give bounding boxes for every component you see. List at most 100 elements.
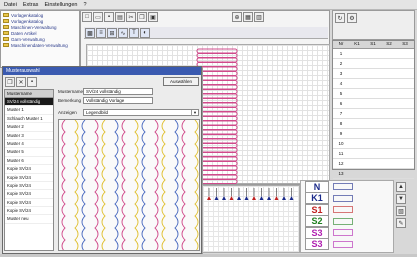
legend-item[interactable]: N xyxy=(301,180,393,193)
loop-stitch xyxy=(196,107,238,112)
legend-symbol: N xyxy=(305,180,329,193)
print-icon[interactable]: ▤ xyxy=(115,12,125,22)
table-cell xyxy=(381,119,397,128)
table-cell xyxy=(381,169,397,178)
layer-icon[interactable]: ▥ xyxy=(254,12,264,22)
brush-icon[interactable]: ✎ xyxy=(396,218,406,228)
menu-help[interactable]: ? xyxy=(83,2,86,8)
copy-icon[interactable]: ❐ xyxy=(137,12,147,22)
loop-stitch xyxy=(196,134,238,139)
yarn-curve xyxy=(134,120,139,250)
loop-stitch xyxy=(196,102,238,108)
legend-item[interactable]: S3 xyxy=(301,226,393,239)
legend-item[interactable]: S3 xyxy=(301,238,393,251)
table-cell xyxy=(365,149,381,158)
list-item[interactable]: Kopie SV/24 xyxy=(5,199,53,208)
apply-button[interactable]: Auswählen xyxy=(163,77,199,86)
col-header: S3 xyxy=(402,41,408,46)
menu-settings[interactable]: Einstellungen xyxy=(44,2,77,8)
table-row[interactable]: 2 xyxy=(333,59,414,69)
delete-icon[interactable]: ✕ xyxy=(16,77,26,87)
cut-icon[interactable]: ✂ xyxy=(126,12,136,22)
side-tools: ▲ ▼ ▧ ✎ xyxy=(396,182,414,228)
table-row[interactable]: 9 xyxy=(333,129,414,139)
table-row[interactable]: 5 xyxy=(333,89,414,99)
save-icon[interactable]: ▪ xyxy=(27,77,37,87)
list-item[interactable]: Kopie SV/24 xyxy=(5,190,53,199)
legend-item[interactable]: K1 xyxy=(301,192,393,205)
loop-stitch xyxy=(196,53,238,58)
loop-stitch xyxy=(196,147,238,153)
needle-marker xyxy=(229,196,234,200)
color-icon[interactable]: ◐ xyxy=(140,28,150,38)
settings-icon[interactable]: ⚙ xyxy=(347,13,357,23)
pattern-icon[interactable]: ▩ xyxy=(85,28,95,38)
rows-icon[interactable]: ⊞ xyxy=(107,28,117,38)
menu-file[interactable]: Datei xyxy=(4,2,17,8)
table-row[interactable]: 13 xyxy=(333,169,414,179)
lines-icon[interactable]: ≡ xyxy=(96,28,106,38)
list-item[interactable]: SV/24 vollständig xyxy=(5,98,53,107)
paste-icon[interactable]: ▣ xyxy=(148,12,158,22)
wave-icon[interactable]: ∿ xyxy=(118,28,128,38)
list-item[interactable]: Muster 4 xyxy=(5,140,53,149)
zoom-icon[interactable]: ⊕ xyxy=(232,12,242,22)
table-cell xyxy=(397,99,413,108)
table-row[interactable]: 3 xyxy=(333,69,414,79)
new-icon[interactable]: □ xyxy=(82,12,92,22)
needle-marker xyxy=(259,196,264,200)
table-row[interactable]: 4 xyxy=(333,79,414,89)
table-cell xyxy=(349,109,365,118)
list-item[interactable]: Kopie SV/24 xyxy=(5,165,53,174)
table-cell xyxy=(365,109,381,118)
fill-icon[interactable]: ▧ xyxy=(396,206,406,216)
table-row[interactable]: 7 xyxy=(333,109,414,119)
table-row[interactable]: 8 xyxy=(333,119,414,129)
save-icon[interactable]: ▪ xyxy=(104,12,114,22)
grid-icon[interactable]: ▦ xyxy=(243,12,253,22)
text-icon[interactable]: T xyxy=(129,28,139,38)
refresh-icon[interactable]: ↻ xyxy=(335,13,345,23)
down-icon[interactable]: ▼ xyxy=(396,194,406,204)
table-row[interactable]: 11 xyxy=(333,149,414,159)
list-item[interactable]: Kopie SV/24 xyxy=(5,207,53,216)
tree-item[interactable]: Maschinendaten-Verwaltung xyxy=(3,42,77,48)
list-item[interactable]: Muster 5 xyxy=(5,148,53,157)
list-item[interactable]: Schlauch Muster 1 xyxy=(5,115,53,124)
table-row[interactable]: 10 xyxy=(333,139,414,149)
legend-item[interactable]: S1 xyxy=(301,203,393,216)
legend-symbol: K1 xyxy=(305,192,329,205)
list-item[interactable]: Muster 3 xyxy=(5,132,53,140)
tool-palette: ▩ ≡ ⊞ ∿ T ◐ xyxy=(84,27,328,39)
open-icon[interactable]: ▭ xyxy=(93,12,103,22)
table-row[interactable]: 6 xyxy=(333,99,414,109)
needle-grid[interactable] xyxy=(202,185,300,253)
table-row[interactable]: 1 xyxy=(333,49,414,59)
loop-stitch xyxy=(196,138,238,144)
loop-stitch xyxy=(196,98,238,103)
up-icon[interactable]: ▲ xyxy=(396,182,406,192)
table-row[interactable]: 12 xyxy=(333,159,414,169)
remark-field[interactable]: Vollständig Vorlage xyxy=(83,97,153,104)
yarn-loops xyxy=(196,48,238,184)
list-item[interactable]: Muster 2 xyxy=(5,123,53,132)
list-item[interactable]: Muster 6 xyxy=(5,157,53,166)
table-cell: 12 xyxy=(338,161,344,166)
table-cell xyxy=(397,119,413,128)
loop-stitch xyxy=(196,107,238,112)
view-select[interactable]: Legendbild ▾ xyxy=(83,109,199,116)
list-item[interactable]: Kopie SV/24 xyxy=(5,174,53,182)
name-field[interactable]: SV/24 vollständig xyxy=(83,88,153,95)
loop-stitch xyxy=(196,62,238,67)
table-cell xyxy=(397,79,413,88)
menu-extras[interactable]: Extras xyxy=(23,2,39,8)
list-item[interactable]: Kopie SV/24 xyxy=(5,182,53,191)
preview-canvas xyxy=(61,120,199,250)
copy-icon[interactable]: ❐ xyxy=(5,77,15,87)
list-item[interactable]: Muster neu xyxy=(5,215,53,224)
loop-stitch xyxy=(196,111,238,117)
loop-stitch xyxy=(196,66,238,72)
legend-item[interactable]: S2 xyxy=(301,215,393,228)
yarn-curve xyxy=(154,120,159,250)
list-item[interactable]: Muster 1 xyxy=(5,106,53,115)
